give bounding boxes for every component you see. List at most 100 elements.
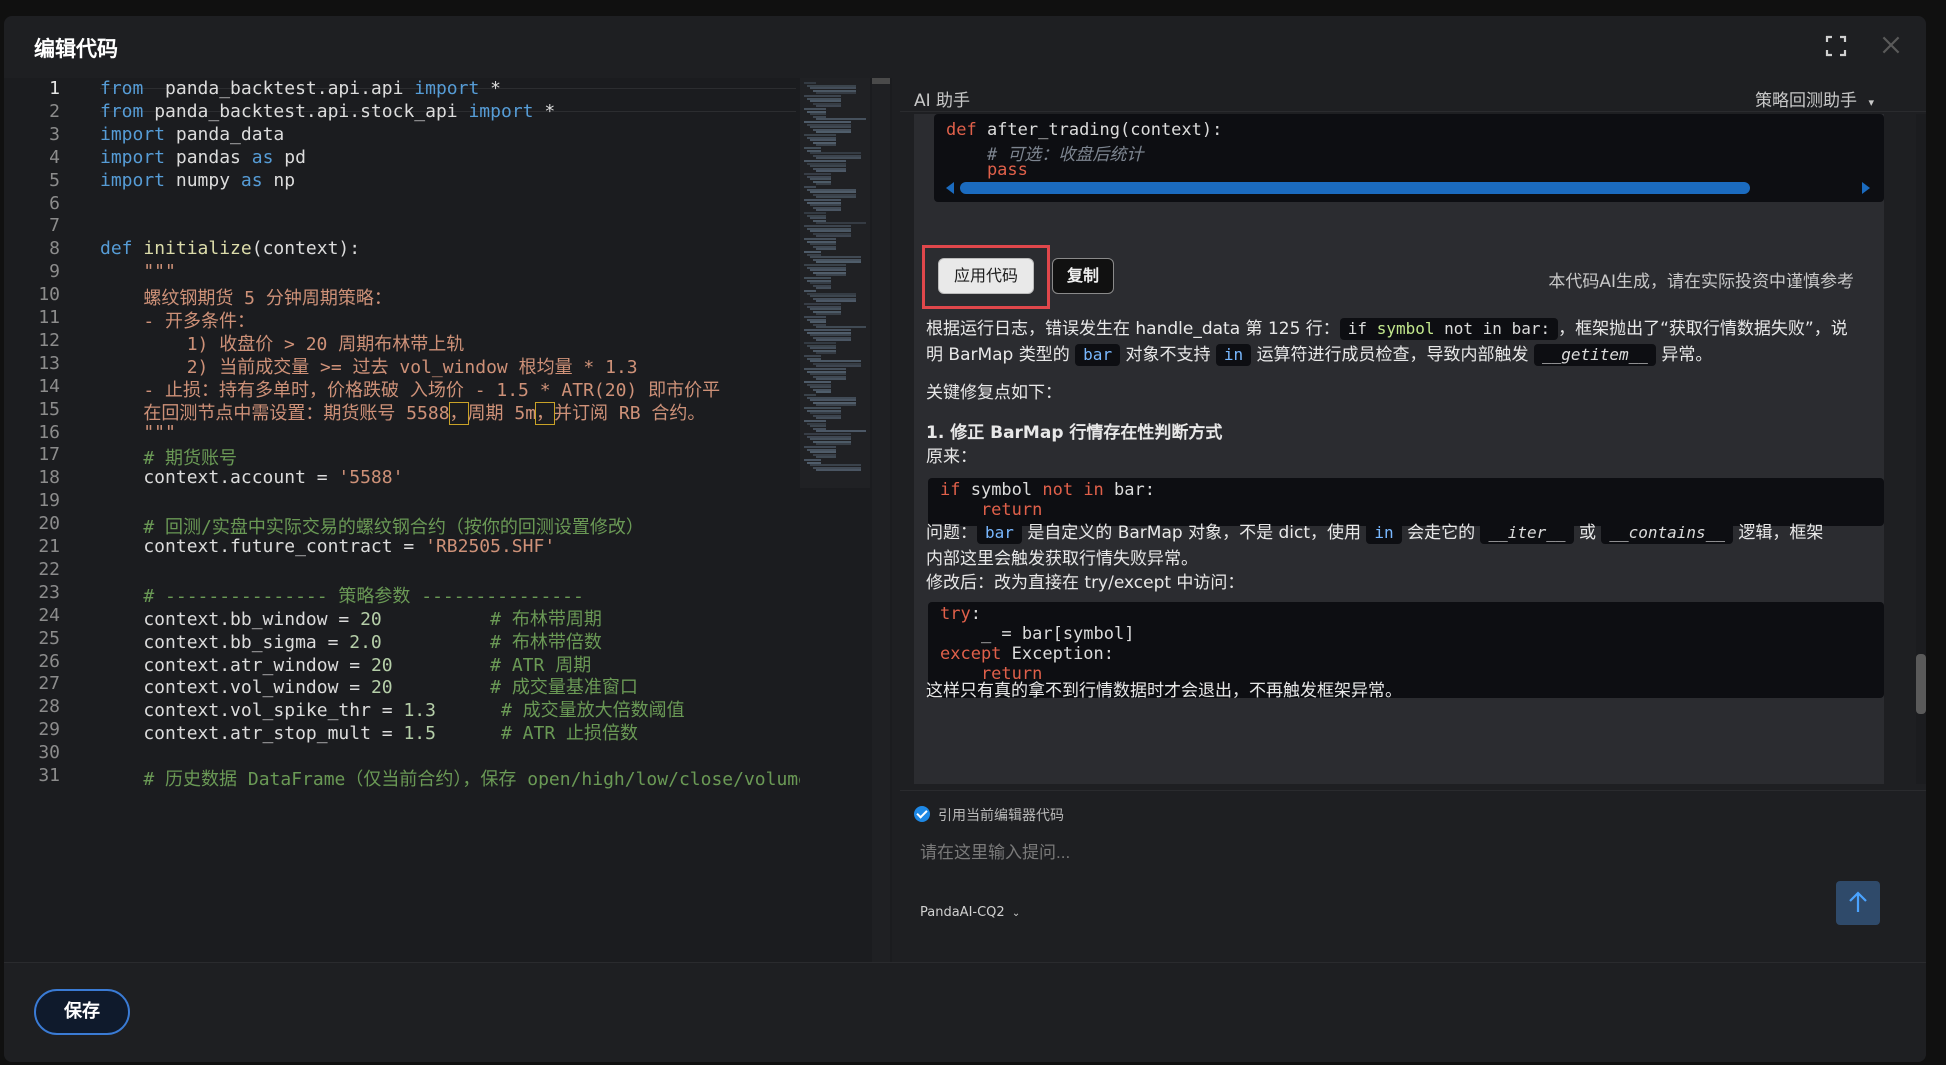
code-line: import panda_data (100, 124, 284, 145)
line-number: 14 (38, 375, 60, 397)
code-token: if (940, 480, 961, 500)
code-token: 'RB2505.SHF' (425, 536, 556, 557)
code-token: 周期 5m (467, 402, 537, 424)
save-button[interactable]: 保存 (34, 989, 130, 1035)
code-token: """ (100, 261, 176, 283)
code-token: as (240, 169, 263, 191)
code-line: from panda_backtest.api.api import * (100, 78, 501, 99)
code-token: numpy (165, 169, 241, 191)
diagnosis-paragraph: 根据运行日志，错误发生在 handle_data 第 125 行： if symb… (926, 316, 1876, 368)
model-label: PandaAI-CQ2 (920, 905, 1005, 920)
code-block-scrollbar[interactable] (946, 182, 1870, 194)
ai-panel-title: AI 助手 (914, 91, 971, 111)
text: 明 BarMap 类型的 (926, 345, 1070, 365)
code-line: """ (100, 261, 176, 282)
text: 对象不支持 (1125, 345, 1211, 365)
line-number: 6 (49, 192, 60, 214)
text: 会走它的 (1407, 523, 1476, 543)
inline-code-bar: bar (1075, 344, 1121, 366)
code-line: def initialize(context): (100, 238, 360, 259)
inline-code-in: in (1366, 522, 1402, 544)
dialog-footer: 保存 (4, 962, 1926, 1062)
close-icon[interactable] (1878, 32, 1904, 58)
code-token: try (940, 604, 971, 624)
code-token: (context): (251, 238, 361, 260)
text: 是自定义的 BarMap 对象，不是 dict，使用 (1027, 523, 1361, 543)
code-token: import (100, 123, 166, 145)
editor-scrollbar[interactable] (872, 78, 890, 962)
question-input[interactable] (920, 835, 1820, 871)
code-token: from (100, 100, 144, 122)
line-number: 28 (38, 696, 60, 718)
code-token: not in (1042, 480, 1104, 500)
code-token: context.account = (100, 467, 339, 489)
inline-code-iter: __iter__ (1480, 522, 1574, 544)
line-number-gutter: 1 2 3 4 5 6 7 8 9 10 11 12 13 14 15 16 17 18 19 20 21 22 23 24 2… (4, 78, 82, 962)
chat-scrollbar-thumb[interactable] (1916, 654, 1926, 714)
code-token: # ATR 周期 (490, 654, 592, 676)
code-token: Exception: (1001, 644, 1115, 664)
line-number: 22 (38, 558, 60, 580)
checkbox-checked-icon[interactable] (914, 806, 930, 822)
fullscreen-icon[interactable] (1824, 34, 1848, 58)
code-minimap[interactable] (800, 78, 870, 488)
code-token: """ (100, 421, 176, 443)
scroll-right-icon[interactable] (1862, 182, 1870, 194)
assistant-mode-select[interactable]: 策略回测助手 ▾ (1755, 86, 1874, 111)
code-token: # 布林带周期 (490, 608, 602, 630)
line-number: 21 (38, 536, 60, 557)
copy-button[interactable]: 复制 (1052, 258, 1114, 294)
editor-scrollbar-thumb[interactable] (872, 78, 890, 84)
code-token: panda_backtest.api.api (143, 78, 415, 99)
inline-code-bar: bar (977, 522, 1022, 544)
minimap-line (816, 391, 831, 394)
code-block-scrollbar-thumb[interactable] (960, 182, 1750, 194)
code-content[interactable]: from panda_backtest.api.api import * from… (100, 78, 800, 962)
model-select[interactable]: PandaAI-CQ2 ⌄ (920, 905, 1020, 920)
code-token: context.vol_spike_thr = (100, 700, 404, 722)
original-label: 原来： (926, 447, 977, 467)
line-number: 16 (38, 421, 60, 443)
send-button[interactable] (1836, 881, 1880, 925)
line-number: 18 (38, 467, 60, 489)
code-token: # --------------- 策略参数 --------------- (100, 585, 584, 607)
ai-input-area: 引用当前编辑器代码 PandaAI-CQ2 ⌄ (900, 790, 1926, 962)
line-number: 13 (38, 352, 60, 374)
line-number: 24 (38, 604, 60, 626)
code-token: initialize (143, 238, 252, 260)
code-token: # 布林带倍数 (490, 631, 602, 653)
inline-code-keyword: if (1347, 319, 1368, 338)
ai-chat-messages[interactable]: def after_trading(context): # 可选：收盘后统计 p… (914, 114, 1884, 784)
code-line: context.account = '5588' (100, 467, 403, 488)
code-token: context.atr_window = (100, 654, 371, 676)
code-line: context.future_contract = 'RB2505.SHF' (100, 536, 555, 557)
line-number: 25 (38, 627, 60, 649)
code-token: after_trading(context): (976, 120, 1223, 140)
inline-code-getitem: __getitem__ (1533, 344, 1656, 366)
problem-paragraph: 问题： bar 是自定义的 BarMap 对象，不是 dict，使用 in 会走它… (926, 520, 1876, 572)
code-token: # 回测/实盘中实际交易的螺纹钢合约（按你的回测设置修改） (100, 517, 644, 539)
text: 异常。 (1661, 345, 1713, 365)
code-editor[interactable]: 1 2 3 4 5 6 7 8 9 10 11 12 13 14 15 16 17 18 19 20 21 22 23 24 2… (4, 78, 892, 962)
code-token: 1.3 (403, 700, 436, 722)
code-block-line: except Exception: (940, 644, 1114, 664)
scroll-left-icon[interactable] (946, 182, 954, 194)
code-token: 并订阅 RB 合约。 (554, 402, 706, 424)
reference-editor-code-label[interactable]: 引用当前编辑器代码 (938, 805, 1064, 825)
text: 运算符进行成员检查，导致内部触发 (1256, 345, 1529, 365)
text: 根据运行日志，错误发生在 handle_data 第 125 行： (926, 319, 1340, 339)
line-number: 10 (38, 284, 60, 306)
code-token: context.atr_stop_mult = (100, 723, 404, 745)
code-token: context.bb_sigma = (100, 631, 350, 653)
apply-code-button[interactable]: 应用代码 (938, 258, 1034, 294)
chat-scrollbar[interactable] (1916, 114, 1926, 784)
minimap-line (816, 287, 831, 290)
text: 或 (1578, 523, 1596, 543)
line-number: 1 (49, 78, 60, 99)
line-number: 26 (38, 650, 60, 672)
line-number: 19 (38, 490, 60, 512)
code-token: * (479, 78, 502, 99)
